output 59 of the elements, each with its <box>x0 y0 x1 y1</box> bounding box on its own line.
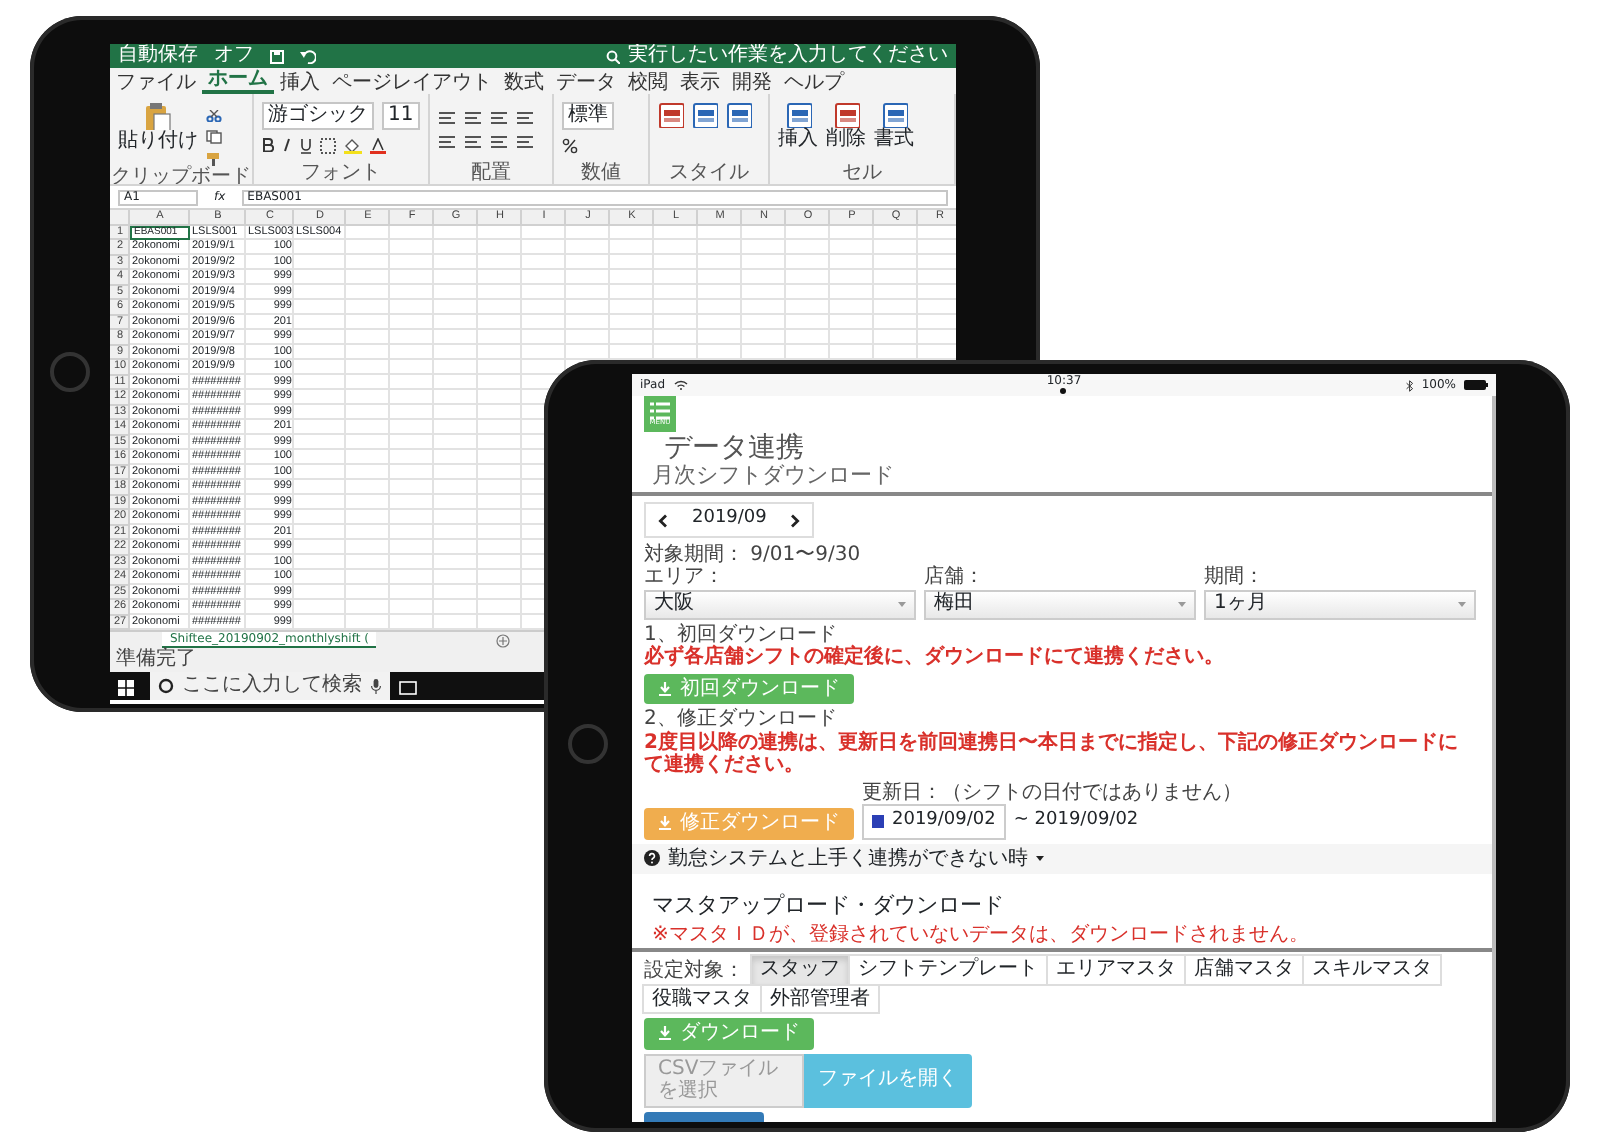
taskbar-search-field[interactable]: ここに入力して検索 <box>150 672 390 700</box>
warning-note: 2度目以降の連携は、更新日を前回連携日〜本日までに指定し、下記の修正ダウンロードにて連携ください。 <box>644 731 1460 778</box>
date-value: 2019/09/02 <box>892 808 996 835</box>
step-heading: 2、修正ダウンロード <box>644 708 839 731</box>
period-text: 対象期間： 9/01〜9/30 <box>644 543 863 567</box>
section-title: 月次シフトダウンロード <box>632 464 1492 496</box>
select-field[interactable]: 梅田 <box>923 589 1196 620</box>
date-field[interactable]: 2019/09/02 <box>862 804 1006 840</box>
section-title: マスタアップロード・ダウンロード <box>652 890 1004 923</box>
autosave-label: 自動保存 <box>118 44 198 68</box>
ribbon-tab[interactable]: 校閲 <box>622 71 674 94</box>
master-tab[interactable]: スキルマスタ <box>1302 954 1442 986</box>
field-label: 設定対象： <box>644 959 744 983</box>
master-tab[interactable]: エリアマスタ <box>1046 954 1186 986</box>
help-toggle[interactable]: 勤怠システムと上手く連携ができない時 <box>632 843 1492 875</box>
group-label: フォント <box>299 161 383 184</box>
ribbon-tab[interactable]: 挿入 <box>274 71 326 94</box>
master-tab[interactable]: スタッフ <box>750 954 850 986</box>
format-button[interactable]: 書式 <box>874 128 914 151</box>
ribbon-tab[interactable]: データ <box>550 71 622 94</box>
select-field[interactable]: 大阪 <box>644 589 916 620</box>
step-heading: 1、初回ダウンロード <box>644 623 837 646</box>
insert-button[interactable]: 挿入 <box>778 128 818 151</box>
date-label: 更新日：（シフトの日付ではありません） <box>862 781 1242 805</box>
master-tab[interactable]: 店舗マスタ <box>1184 954 1304 986</box>
ribbon-tab[interactable]: ページレイアウト <box>326 71 498 94</box>
select-value: 梅田 <box>933 592 974 616</box>
ribbon-tab[interactable]: 開発 <box>726 71 778 94</box>
paste-button[interactable]: 貼り付け <box>118 130 198 153</box>
select-value: 1ヶ月 <box>1213 592 1267 616</box>
field-label: エリア： <box>644 566 726 590</box>
warning-note: ※マスタＩＤが、登録されていないデータは、ダウンロードされません。 <box>652 923 1309 947</box>
ribbon-tab[interactable]: 数式 <box>498 71 550 94</box>
master-tab[interactable]: シフトテンプレート <box>848 954 1048 986</box>
ribbon-tab[interactable]: ヘルプ <box>778 71 850 94</box>
ribbon-tab[interactable]: 表示 <box>674 71 726 94</box>
group-label: 数値 <box>579 161 623 184</box>
page-title: データ連携 <box>662 432 806 464</box>
search-placeholder: ここに入力して検索 <box>182 674 362 698</box>
field-label: 店舗： <box>923 566 986 590</box>
number-format-field[interactable]: 標準 <box>562 102 614 129</box>
select-value: 大阪 <box>654 592 694 616</box>
autosave-toggle[interactable]: オフ <box>214 44 254 68</box>
warning-note: 必ず各店舗シフトの確定後に、ダウンロードにて連携ください。 <box>644 646 1226 670</box>
font-name-field[interactable]: 游ゴシック <box>262 102 374 129</box>
help-text: 勤怠システムと上手く連携ができない時 <box>668 847 1028 871</box>
select-field[interactable]: 1ヶ月 <box>1203 589 1476 620</box>
month-label: 2019/09 <box>690 506 769 533</box>
status-text: 準備完了 <box>116 648 196 672</box>
group-label: スタイル <box>667 161 751 184</box>
group-label: 配置 <box>469 161 513 184</box>
ribbon-tab[interactable]: ファイル <box>110 71 202 94</box>
group-label: セル <box>840 161 884 184</box>
delete-button[interactable]: 削除 <box>826 128 866 151</box>
master-tab[interactable]: 外部管理者 <box>760 983 880 1015</box>
master-tab[interactable]: 役職マスタ <box>642 983 762 1015</box>
font-size-field[interactable]: 11 <box>382 102 420 129</box>
date-range-end: ~ 2019/09/02 <box>1013 808 1139 835</box>
field-label: 期間： <box>1203 566 1266 590</box>
